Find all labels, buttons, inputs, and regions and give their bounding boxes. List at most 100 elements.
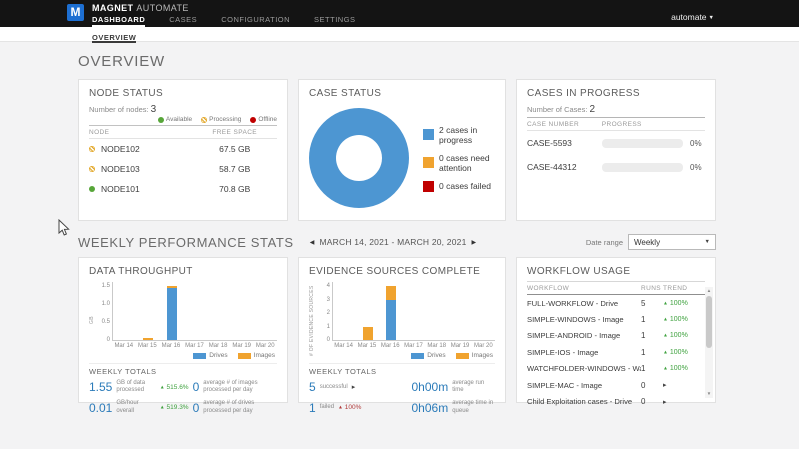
y-tick-label: 3 (326, 296, 330, 303)
plot-area: 0 0.5 1.0 1.5 (102, 282, 277, 343)
stacked-bar (432, 282, 442, 340)
case-status-title: CASE STATUS (309, 88, 382, 99)
node-row: NODE103 58.7 GB (89, 159, 277, 179)
subnav-tab-overview[interactable]: OVERVIEW (92, 31, 137, 43)
weekly-stats-header: WEEKLY PERFORMANCE STATS ◀ MARCH 14, 202… (78, 234, 716, 250)
node-row: NODE102 67.5 GB (89, 139, 277, 159)
data-throughput-title: DATA THROUGHPUT (89, 266, 193, 277)
scroll-down-icon[interactable]: ▼ (705, 390, 713, 398)
weekly-panels-row: DATA THROUGHPUT GB 0 0.5 1.0 1.5 Mar 14 Mar … (78, 257, 716, 415)
trend-flat-indicator: ▸ (351, 384, 356, 392)
status-dot-icon (250, 116, 257, 123)
node-status-title: NODE STATUS (89, 88, 164, 99)
total-value: 1 (309, 400, 316, 415)
nav-item-settings[interactable]: SETTINGS (314, 15, 356, 27)
bar-slot (472, 282, 495, 340)
nav-item-dashboard[interactable]: DASHBOARD (92, 15, 146, 27)
bar-slot (183, 282, 206, 340)
workflow-usage-panel: WORKFLOW USAGE WORKFLOW RUNS TREND FULL-… (516, 257, 716, 406)
node-status-panel: NODE STATUS Number of nodes: 3 Available … (78, 79, 288, 221)
node-free-space: 70.8 GB (219, 184, 251, 194)
workflow-row[interactable]: SIMPLE-WINDOWS - Image 1 ▲ 100% (527, 311, 705, 327)
workflow-usage-title: WORKFLOW USAGE (527, 266, 631, 277)
cases-count-value: 2 (589, 104, 596, 115)
legend-item-available: Available (157, 116, 192, 123)
workflow-row[interactable]: SIMPLE-ANDROID - Image 1 ▲ 100% (527, 328, 705, 344)
node-name: NODE103 (101, 164, 140, 174)
x-tick-label: Mar 16 (161, 343, 181, 349)
total-item: 5 successful ▸ (309, 380, 408, 394)
scrollbar-thumb[interactable] (706, 296, 712, 348)
legend-item-drives: Drives (193, 352, 228, 359)
date-range-select[interactable]: Weekly ▼ (628, 234, 716, 250)
overview-panels-row: NODE STATUS Number of nodes: 3 Available … (78, 79, 716, 221)
total-value: 0 (192, 400, 200, 415)
runs-col-header: RUNS (641, 285, 662, 292)
legend-item-drives: Drives (411, 352, 446, 359)
total-label: average run time (452, 380, 485, 394)
bar-slot (356, 282, 379, 340)
bar-slot (254, 282, 277, 340)
bar-slot (230, 282, 253, 340)
node-table-header: NODE FREE SPACE (89, 125, 277, 139)
cases-table-header: CASE NUMBER PROGRESS (527, 117, 705, 131)
cases-count: Number of Cases: 2 (527, 104, 705, 115)
total-label: GB/hour overall (116, 400, 139, 414)
workflow-row[interactable]: WATCHFOLDER-WINDOWS - Watch Folder 1 ▲ 10… (527, 361, 705, 377)
workflow-row[interactable]: SIMPLE-MAC - Image 0 ▸ (527, 377, 705, 393)
workflow-name: SIMPLE-MAC - Image (527, 380, 603, 390)
bar-slot (333, 282, 356, 340)
legend-swatch-icon (237, 352, 251, 359)
magnet-logo-icon: M (67, 4, 84, 21)
workflow-name: Child Exploitation cases - Drive (527, 397, 633, 407)
nav-item-cases[interactable]: CASES (169, 15, 197, 27)
donut-legend-label: 2 cases in progress (439, 124, 478, 145)
weekly-totals-title: WEEKLY TOTALS (309, 367, 377, 376)
stacked-bar (120, 282, 130, 340)
x-tick-label: Mar 15 (357, 343, 377, 349)
totals-grid: 5 successful ▸ 0h00m average run time 1 f… (309, 380, 495, 415)
plot-area: 0 1 2 3 4 (327, 282, 495, 343)
stacked-bar (478, 282, 488, 340)
total-value: 5 (309, 380, 316, 395)
total-item: 0 average # of drives processed per day (193, 400, 277, 414)
next-week-arrow-icon[interactable]: ▶ (472, 239, 477, 246)
y-tick-label: 1.5 (101, 283, 110, 290)
top-bar: M MAGNET AUTOMATE DASHBOARD CASES CONFIGURA… (0, 0, 799, 27)
workflow-runs: 1 (641, 364, 646, 374)
total-item: 0h06m average time in queue (412, 400, 496, 414)
node-status-icon (89, 146, 95, 152)
bar-slot (426, 282, 449, 340)
workflow-row[interactable]: FULL-WORKFLOW - Drive 5 ▲ 100% (527, 295, 705, 311)
x-tick-label: Mar 20 (473, 343, 493, 349)
status-dot-icon (157, 116, 164, 123)
donut-legend-label: 0 cases failed (439, 181, 491, 191)
total-label: average # of drives processed per day (203, 400, 255, 414)
bar-slot (379, 282, 402, 340)
x-tick-label: Mar 14 (114, 343, 134, 349)
total-value: 1.55 (89, 380, 113, 395)
case-status-chart: 2 cases in progress 0 cases need attenti… (309, 108, 495, 208)
cases-count-label: Number of Cases: (527, 105, 588, 114)
stacked-bar (166, 282, 177, 340)
previous-week-arrow-icon[interactable]: ◀ (310, 239, 315, 246)
status-dot-icon (201, 116, 208, 123)
progress-bar (601, 162, 683, 172)
scroll-up-icon[interactable]: ▲ (705, 287, 713, 295)
period-navigator: ◀ MARCH 14, 2021 - MARCH 20, 2021 ▶ (310, 237, 477, 247)
bar-slot (207, 282, 230, 340)
workflow-row[interactable]: Child Exploitation cases - Drive 0 ▸ (527, 393, 705, 409)
trend-up-indicator: ▲ 100% (663, 332, 688, 340)
trend-up-indicator: ▲ 100% (663, 299, 688, 307)
user-menu[interactable]: automate ▼ (671, 12, 714, 22)
stacked-bar (190, 282, 200, 340)
data-throughput-panel: DATA THROUGHPUT GB 0 0.5 1.0 1.5 Mar 14 Mar … (78, 257, 288, 415)
bar-slot (113, 282, 136, 340)
nav-item-configuration[interactable]: CONFIGURATION (221, 15, 290, 27)
scrollbar[interactable]: ▲ ▼ (705, 287, 713, 398)
total-label: average # of images processed per day (203, 380, 258, 394)
x-tick-label: Mar 19 (232, 343, 252, 349)
workflow-row[interactable]: SIMPLE-IOS - Image 1 ▲ 100% (527, 344, 705, 360)
user-menu-label: automate (671, 12, 707, 22)
node-table-body: NODE102 67.5 GB NODE103 58.7 GB NODE101 … (89, 139, 277, 199)
